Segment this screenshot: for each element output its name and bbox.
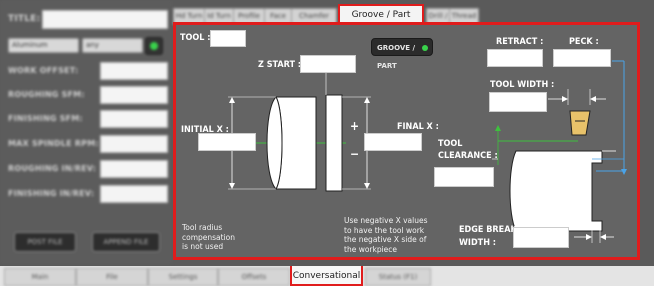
groove-part-panel: TOOL : GROOVE / PART Z START : INITIAL X…: [173, 22, 640, 260]
note-line: Tool radius: [182, 223, 223, 232]
max-rpm-input[interactable]: [100, 135, 168, 153]
tool-width-label: TOOL WIDTH :: [490, 80, 555, 90]
row-label-2: FINISHING SFM:: [8, 114, 83, 123]
arrow-up-icon: [229, 97, 235, 103]
note-line: Use negative X values: [344, 216, 428, 225]
title-input[interactable]: [42, 10, 168, 29]
groove-tool-icon: [569, 110, 591, 136]
final-x-label: FINAL X :: [397, 122, 439, 132]
plus-sign: +: [350, 119, 360, 133]
workpiece-right: [509, 150, 603, 232]
arrow-up-icon: [495, 125, 501, 131]
row-label-0: WORK OFFSET:: [8, 66, 79, 75]
z-start-label: Z START :: [258, 60, 302, 70]
edge-break-label-line1: EDGE BREAK: [459, 225, 517, 235]
edge-break-input[interactable]: [513, 227, 569, 248]
tab-file[interactable]: File: [76, 268, 148, 286]
arrow-right-icon: [562, 96, 568, 102]
status-dot-icon: [150, 42, 158, 50]
note-line: compensation: [182, 232, 236, 242]
negative-x-note: Use negative X values to have the tool w…: [344, 216, 428, 254]
title-label: TITLE:: [8, 14, 41, 24]
tool-clearance-input[interactable]: [434, 167, 494, 187]
row-label-1: ROUGHING SFM:: [8, 90, 85, 99]
arrow-down-icon: [621, 169, 627, 175]
radius-comp-note: Tool radius compensation is not used: [182, 223, 235, 252]
arrow-down-icon: [229, 183, 235, 189]
work-offset-input[interactable]: [100, 62, 168, 80]
row-label-5: FINISHING IN/REV:: [8, 189, 95, 198]
note-line: the negative X side of: [344, 235, 427, 244]
retract-label: RETRACT :: [496, 37, 544, 47]
tab-main[interactable]: Main: [4, 268, 76, 286]
tab-offsets[interactable]: Offsets: [218, 268, 290, 286]
row-label-4: ROUGHING IN/REV:: [8, 164, 97, 173]
post-file-button[interactable]: POST FILE: [14, 232, 76, 252]
tool-dropdown[interactable]: any: [82, 38, 143, 53]
initial-x-input[interactable]: [198, 133, 256, 151]
arrow-down-icon: [364, 183, 370, 189]
roughing-sfm-input[interactable]: [100, 86, 168, 104]
finishing-ipr-input[interactable]: [100, 185, 168, 203]
retract-input[interactable]: [487, 49, 543, 67]
final-x-input[interactable]: [364, 133, 422, 151]
tab-settings[interactable]: Settings: [148, 268, 218, 286]
minus-sign: −: [350, 147, 360, 161]
tool-clearance-label-line1: TOOL: [438, 139, 463, 149]
workpiece-flange: [325, 94, 343, 192]
material-dropdown[interactable]: Aluminum: [8, 38, 79, 53]
arrow-left-icon: [590, 96, 596, 102]
arrow-right-icon: [586, 234, 592, 240]
tab-groove-part[interactable]: Groove / Part: [338, 4, 424, 22]
append-file-button[interactable]: APPEND FILE: [92, 232, 160, 252]
row-label-3: MAX SPINDLE RPM:: [8, 139, 99, 148]
roughing-ipr-input[interactable]: [100, 160, 168, 178]
groove-part-toggle[interactable]: GROOVE / PART: [371, 38, 433, 70]
note-line: is not used: [182, 242, 224, 251]
note-line: to have the tool work: [344, 225, 425, 235]
status-toggle[interactable]: [145, 37, 163, 55]
tab-conversational[interactable]: Conversational: [290, 266, 363, 286]
note-line: the workpiece: [344, 244, 398, 254]
z-start-input[interactable]: [300, 55, 356, 73]
tool-width-input[interactable]: [489, 92, 547, 112]
status-dot-icon: [422, 45, 428, 51]
arrow-up-icon: [364, 97, 370, 103]
tab-status[interactable]: Status (F1): [365, 268, 431, 286]
tool-input[interactable]: [210, 30, 246, 47]
peck-input[interactable]: [553, 49, 611, 67]
arrow-left-icon: [600, 234, 606, 240]
workpiece-end: [266, 96, 283, 190]
tool-label: TOOL :: [180, 33, 211, 43]
peck-label: PECK :: [569, 37, 599, 47]
edge-break-label-line2: WIDTH :: [459, 238, 497, 248]
finishing-sfm-input[interactable]: [100, 110, 168, 128]
left-sidebar: TITLE: Aluminum any WORK OFFSET: ROUGHIN…: [0, 0, 172, 264]
tool-clearance-label-line2: CLEARANCE :: [438, 151, 498, 161]
